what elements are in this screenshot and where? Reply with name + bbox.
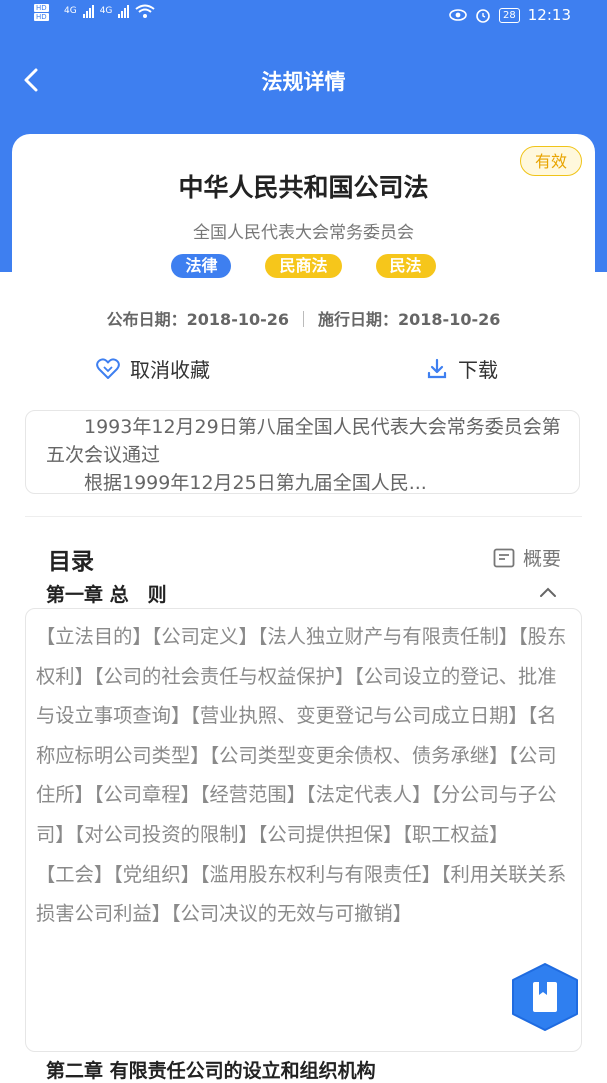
tag-list: 法律 民商法 民法: [12, 254, 595, 278]
article-link[interactable]: 【立法目的】: [36, 625, 152, 648]
tag-category[interactable]: 民商法: [265, 254, 342, 278]
effective-date-label: 施行日期：: [318, 310, 399, 329]
eye-icon: [449, 9, 467, 21]
download-button[interactable]: 下载: [426, 354, 498, 383]
download-icon: [427, 358, 447, 378]
article-link[interactable]: 【法人独立财产与有限责任制】: [258, 625, 518, 648]
law-preamble[interactable]: 1993年12月29日第八届全国人民代表大会常务委员会第五次会议通过 根据199…: [25, 410, 580, 494]
download-label: 下载: [458, 358, 498, 382]
chapter-heading[interactable]: 第一章 总 则: [46, 580, 167, 607]
chapter-article-list: 【立法目的】【公司定义】【法人独立财产与有限责任制】【股东权利】【公司的社会责任…: [25, 608, 582, 1052]
clock: 12:13: [527, 6, 571, 24]
article-link[interactable]: 【滥用股东权利与有限责任】: [200, 863, 441, 886]
chapter-heading[interactable]: 第二章 有限责任公司的设立和组织机构: [46, 1056, 376, 1083]
divider: [303, 311, 304, 327]
date-row: 公布日期：2018-10-26 施行日期：2018-10-26: [12, 306, 595, 330]
preamble-line: 根据1999年12月25日第九届全国人民...: [84, 472, 427, 494]
unfavorite-label: 取消收藏: [130, 358, 210, 382]
article-link[interactable]: 【公司的社会责任与权益保护】: [94, 665, 354, 688]
battery-icon: 28: [499, 7, 520, 23]
law-title: 中华人民共和国公司法: [178, 173, 429, 202]
bookmark-fab-button[interactable]: [508, 962, 582, 1032]
unfavorite-button[interactable]: 取消收藏: [96, 354, 210, 383]
article-link[interactable]: 【对公司投资的限制】: [75, 823, 258, 846]
summary-icon: [493, 548, 515, 567]
preamble-line: 1993年12月29日第八届全国人民代表大会常务委员会第五次会议通过: [46, 416, 561, 466]
hd-icon: HD HD: [34, 4, 49, 21]
law-detail-card: 有效 中华人民共和国公司法 全国人民代表大会常务委员会 法律 民商法 民法 公布…: [12, 134, 595, 1083]
bookmark-icon: [512, 963, 578, 1031]
signal-icon: [82, 4, 94, 18]
effective-date: 2018-10-26: [398, 310, 501, 329]
article-link[interactable]: 【公司定义】: [152, 625, 258, 648]
article-link[interactable]: 【公司提供担保】: [258, 823, 403, 846]
article-link[interactable]: 【法定代表人】: [306, 783, 431, 806]
summary-button[interactable]: 概要: [493, 544, 561, 571]
section-divider: [25, 516, 582, 517]
page-title: 法规详情: [261, 70, 346, 94]
article-link[interactable]: 【职工权益】: [402, 823, 508, 846]
alarm-icon: [476, 9, 490, 23]
article-link[interactable]: 【公司类型变更余债权、债务承继】: [210, 744, 509, 767]
status-bar: HD HD 4G 4G 28 12:13: [0, 0, 607, 34]
article-link[interactable]: 【公司章程】: [94, 783, 200, 806]
action-row: 取消收藏 下载: [12, 354, 595, 390]
summary-label: 概要: [522, 548, 561, 570]
tag-law-type[interactable]: 法律: [171, 254, 232, 278]
publish-date-label: 公布日期：: [106, 310, 187, 329]
wifi-icon: [135, 4, 156, 18]
article-link[interactable]: 【营业执照、变更登记与公司成立日期】: [190, 704, 527, 727]
law-issuer: 全国人民代表大会常务委员会: [193, 223, 414, 243]
tag-subcategory[interactable]: 民法: [375, 254, 436, 278]
chevron-up-icon: [540, 587, 556, 597]
nav-bar: 法规详情: [0, 50, 607, 112]
collapse-button[interactable]: [537, 581, 559, 603]
toc-title: 目录: [48, 549, 94, 575]
article-link[interactable]: 【公司决议的无效与可撤销】: [171, 902, 412, 925]
article-link[interactable]: 【党组织】: [113, 863, 200, 886]
publish-date: 2018-10-26: [186, 310, 289, 329]
network-label: 4G: [99, 6, 113, 16]
article-link[interactable]: 【工会】: [36, 863, 113, 886]
heart-icon: [96, 357, 120, 379]
network-label: 4G: [64, 6, 77, 16]
article-link[interactable]: 【经营范围】: [200, 783, 306, 806]
signal-icon: [118, 4, 130, 18]
